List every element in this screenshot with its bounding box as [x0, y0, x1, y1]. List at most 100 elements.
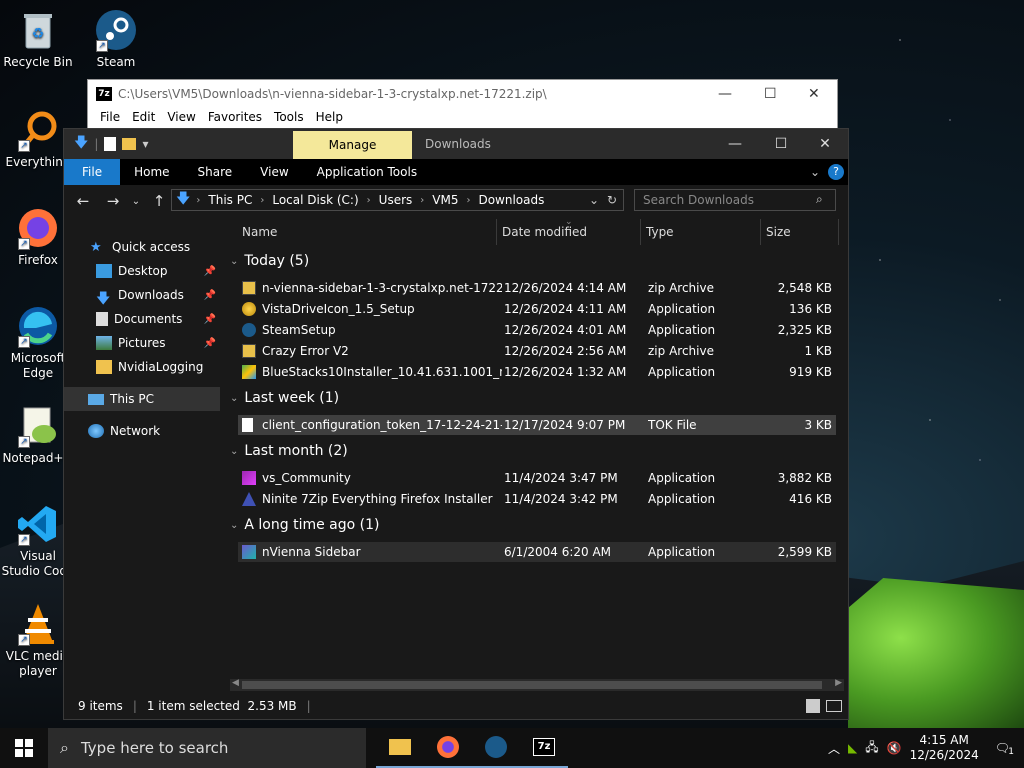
chevron-right-icon[interactable]: ›	[196, 195, 200, 206]
sidebar-item-network[interactable]: Network	[64, 419, 220, 443]
tab-home[interactable]: Home	[120, 159, 183, 185]
show-hidden-icons-icon[interactable]: ︿	[828, 740, 840, 757]
maximize-icon[interactable]: ☐	[764, 86, 777, 102]
back-arrow-icon[interactable]: ←	[70, 192, 96, 210]
forward-arrow-icon[interactable]: →	[100, 192, 126, 210]
taskbar-steam[interactable]	[472, 728, 520, 768]
maximize-icon[interactable]: ☐	[758, 129, 804, 159]
file-row-selected[interactable]: client_configuration_token_17-12-24-21-.…	[238, 415, 836, 435]
help-icon[interactable]: ?	[828, 164, 844, 180]
column-divider[interactable]	[640, 219, 641, 245]
desktop-icon-steam[interactable]: ↗ Steam	[78, 8, 154, 70]
notification-center-icon[interactable]: 🗨 1	[987, 741, 1018, 757]
taskbar-7zip[interactable]: 7z	[520, 728, 568, 768]
nvidia-icon[interactable]: ◣	[848, 741, 857, 755]
column-name[interactable]: Name	[242, 225, 277, 239]
sidebar-item-nvidialogging[interactable]: NvidiaLogging	[64, 355, 220, 379]
details-view-icon[interactable]	[806, 699, 820, 713]
close-icon[interactable]: ✕	[808, 86, 820, 102]
column-divider[interactable]	[760, 219, 761, 245]
customize-toolbar-icon[interactable]: ▾	[142, 137, 148, 151]
menu-help[interactable]: Help	[310, 108, 349, 126]
minimize-icon[interactable]: —	[718, 86, 732, 102]
desktop-icon-recycle-bin[interactable]: ♻ Recycle Bin	[0, 8, 76, 70]
minimize-icon[interactable]: —	[712, 129, 758, 159]
chevron-right-icon[interactable]: ›	[466, 195, 470, 206]
sidebar-item-this-pc[interactable]: This PC	[64, 387, 220, 411]
pin-icon[interactable]: 📌	[204, 290, 216, 301]
tab-share[interactable]: Share	[184, 159, 247, 185]
network-status-icon[interactable]: 🖧	[865, 738, 878, 759]
group-header-last-month[interactable]: ⌄ Last month (2)	[230, 443, 348, 459]
breadcrumb-this-pc[interactable]: This PC	[202, 193, 258, 207]
chevron-right-icon[interactable]: ›	[420, 195, 424, 206]
group-header-long-ago[interactable]: ⌄ A long time ago (1)	[230, 517, 379, 533]
search-input[interactable]: Search Downloads	[634, 189, 836, 211]
column-date-modified[interactable]: Date modified	[502, 225, 587, 239]
chevron-down-icon[interactable]: ⌄	[230, 520, 238, 531]
breadcrumb-local-disk[interactable]: Local Disk (C:)	[266, 193, 364, 207]
file-row[interactable]: BlueStacks10Installer_10.41.631.1001_nat…	[238, 362, 836, 382]
menu-file[interactable]: File	[94, 108, 126, 126]
chevron-down-icon[interactable]: ⌄	[230, 256, 238, 267]
chevron-right-icon[interactable]: ›	[367, 195, 371, 206]
up-arrow-icon[interactable]: ↑	[146, 192, 172, 210]
start-button[interactable]	[0, 728, 48, 768]
new-folder-icon[interactable]	[122, 138, 137, 150]
recent-locations-icon[interactable]: ⌄	[130, 196, 142, 207]
taskbar-firefox[interactable]	[424, 728, 472, 768]
tab-file[interactable]: File	[64, 159, 121, 185]
file-row[interactable]: nVienna Sidebar 6/1/2004 6:20 AM Applica…	[238, 542, 836, 562]
column-type[interactable]: Type	[646, 225, 674, 239]
tab-view[interactable]: View	[246, 159, 302, 185]
menu-favorites[interactable]: Favorites	[202, 108, 268, 126]
chevron-right-icon[interactable]: ›	[260, 195, 264, 206]
manage-context-tab[interactable]: Manage	[293, 131, 412, 159]
clock[interactable]: 4:15 AM 12/26/2024	[910, 733, 979, 763]
taskbar-file-explorer[interactable]	[376, 728, 424, 768]
file-row[interactable]: n-vienna-sidebar-1-3-crystalxp.net-17221…	[238, 278, 836, 298]
menu-view[interactable]: View	[161, 108, 201, 126]
pin-icon[interactable]: 📌	[204, 266, 216, 277]
file-row[interactable]: Crazy Error V2 12/26/2024 2:56 AM zip Ar…	[238, 341, 836, 361]
address-dropdown-icon[interactable]: ⌄	[589, 193, 599, 207]
tab-application-tools[interactable]: Application Tools	[303, 159, 431, 185]
file-row[interactable]: SteamSetup 12/26/2024 4:01 AM Applicatio…	[238, 320, 836, 340]
large-icons-view-icon[interactable]	[826, 700, 842, 712]
group-header-today[interactable]: ⌄ Today (5)	[230, 253, 309, 269]
group-header-last-week[interactable]: ⌄ Last week (1)	[230, 390, 339, 406]
volume-muted-icon[interactable]: 🔇	[887, 741, 902, 755]
address-bar[interactable]: 🡇 › This PC › Local Disk (C:) › Users › …	[171, 189, 624, 211]
sidebar-item-downloads[interactable]: 🡇 Downloads 📌	[64, 283, 220, 307]
scroll-left-icon[interactable]: ◀	[232, 678, 239, 688]
sidebar-item-quick-access[interactable]: ★ Quick access	[64, 235, 220, 259]
chevron-down-icon[interactable]: ⌄	[230, 446, 238, 457]
scrollbar-thumb[interactable]	[242, 681, 822, 689]
chevron-down-icon[interactable]: ⌄	[230, 393, 238, 404]
column-size[interactable]: Size	[766, 225, 791, 239]
sidebar-item-documents[interactable]: Documents 📌	[64, 307, 220, 331]
refresh-icon[interactable]: ↻	[607, 193, 617, 207]
breadcrumb-downloads[interactable]: Downloads	[472, 193, 550, 207]
menu-tools[interactable]: Tools	[268, 108, 310, 126]
column-divider[interactable]	[496, 219, 497, 245]
sidebar-item-desktop[interactable]: Desktop 📌	[64, 259, 220, 283]
close-icon[interactable]: ✕	[802, 129, 848, 159]
sidebar-item-pictures[interactable]: Pictures 📌	[64, 331, 220, 355]
horizontal-scrollbar[interactable]: ◀ ▶	[230, 678, 844, 691]
column-divider[interactable]	[838, 219, 839, 245]
scroll-right-icon[interactable]: ▶	[835, 678, 842, 688]
file-row[interactable]: VistaDriveIcon_1.5_Setup 12/26/2024 4:11…	[238, 299, 836, 319]
file-explorer-window[interactable]: 🡇 | ▾ Manage Downloads — ☐ ✕ File Home S…	[63, 128, 849, 720]
file-row[interactable]: Ninite 7Zip Everything Firefox Installer…	[238, 489, 836, 509]
pin-icon[interactable]: 📌	[204, 338, 216, 349]
menu-edit[interactable]: Edit	[126, 108, 161, 126]
explorer-titlebar[interactable]: 🡇 | ▾ Manage Downloads — ☐ ✕	[64, 129, 848, 159]
breadcrumb-vm5[interactable]: VM5	[426, 193, 464, 207]
pin-icon[interactable]: 📌	[204, 314, 216, 325]
file-row[interactable]: vs_Community 11/4/2024 3:47 PM Applicati…	[238, 468, 836, 488]
breadcrumb-users[interactable]: Users	[373, 193, 419, 207]
taskbar-search-box[interactable]: ⌕ Type here to search	[48, 728, 366, 768]
properties-icon[interactable]	[104, 137, 117, 151]
ribbon-expand-icon[interactable]: ⌄	[810, 165, 820, 179]
